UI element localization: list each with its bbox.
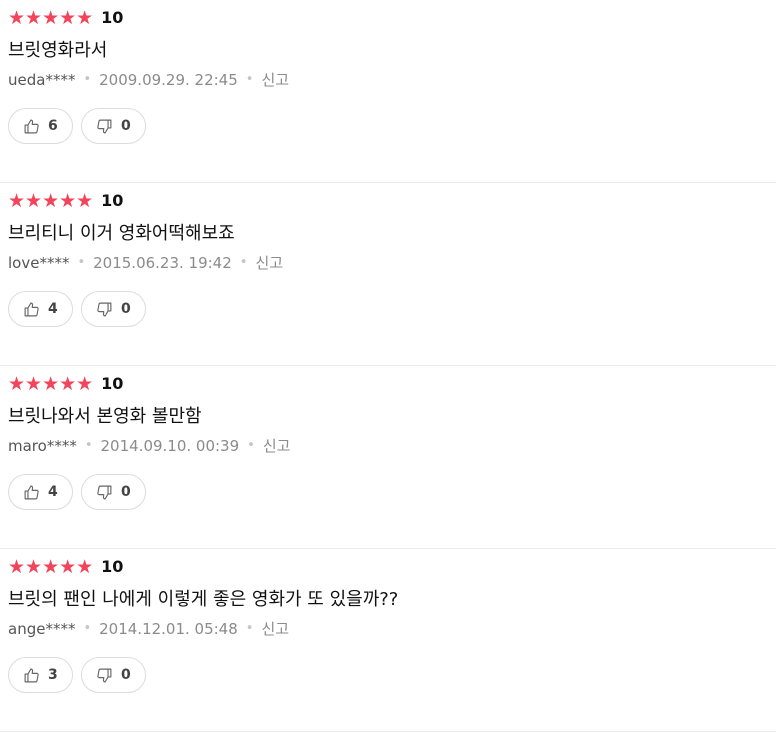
review-comment: 브릿영화라서 — [8, 40, 108, 61]
separator-dot: • — [245, 72, 254, 87]
dislike-count: 0 — [121, 118, 131, 134]
rating-row: ★★★★★ 10 — [8, 8, 776, 28]
review-item: ★★★★★ 10 브리티니 이거 영화어떡해보죠 love**** • 2015… — [0, 183, 776, 366]
review-comment: 브릿의 팬인 나에게 이렇게 좋은 영화가 또 있을까?? — [8, 589, 399, 610]
rating-score: 10 — [101, 557, 124, 576]
separator-dot: • — [245, 621, 254, 636]
reviewer-id: ueda**** — [8, 71, 76, 89]
thumbs-down-icon — [96, 484, 113, 501]
vote-buttons: 4 0 — [8, 291, 776, 327]
like-count: 4 — [48, 484, 58, 500]
separator-dot: • — [83, 621, 92, 636]
reviewer-id: maro**** — [8, 437, 77, 455]
dislike-count: 0 — [121, 301, 131, 317]
review-item: ★★★★★ 10 브릿나와서 본영화 볼만함 maro**** • 2014.0… — [0, 366, 776, 549]
thumbs-down-icon — [96, 301, 113, 318]
dislike-button[interactable]: 0 — [81, 108, 146, 144]
reviewer-id: love**** — [8, 254, 70, 272]
vote-buttons: 6 0 — [8, 108, 776, 144]
thumbs-up-icon — [23, 484, 40, 501]
rating-row: ★★★★★ 10 — [8, 557, 776, 577]
review-date: 2009.09.29. 22:45 — [99, 71, 238, 89]
separator-dot: • — [84, 438, 93, 453]
separator-dot: • — [239, 255, 248, 270]
report-link[interactable]: 신고 — [261, 618, 289, 640]
review-meta: maro**** • 2014.09.10. 00:39 • 신고 — [8, 435, 776, 457]
dislike-button[interactable]: 0 — [81, 474, 146, 510]
rating-row: ★★★★★ 10 — [8, 191, 776, 211]
separator-dot: • — [83, 72, 92, 87]
star-rating: ★★★★★ — [8, 556, 94, 578]
review-meta: love**** • 2015.06.23. 19:42 • 신고 — [8, 252, 776, 274]
like-button[interactable]: 6 — [8, 108, 73, 144]
review-date: 2015.06.23. 19:42 — [93, 254, 232, 272]
like-count: 4 — [48, 301, 58, 317]
review-date: 2014.09.10. 00:39 — [100, 437, 240, 455]
vote-buttons: 3 0 — [8, 657, 776, 693]
review-item: ★★★★★ 10 브릿영화라서 ueda**** • 2009.09.29. 2… — [0, 0, 776, 183]
star-rating: ★★★★★ — [8, 373, 94, 395]
separator-dot: • — [77, 255, 86, 270]
review-date: 2014.12.01. 05:48 — [99, 620, 238, 638]
rating-score: 10 — [101, 191, 124, 210]
review-meta: ange**** • 2014.12.01. 05:48 • 신고 — [8, 618, 776, 640]
dislike-button[interactable]: 0 — [81, 657, 146, 693]
separator-dot: • — [247, 438, 255, 453]
report-link[interactable]: 신고 — [263, 435, 291, 457]
report-link[interactable]: 신고 — [255, 252, 283, 274]
rating-score: 10 — [101, 8, 124, 27]
star-rating: ★★★★★ — [8, 190, 94, 212]
review-comment: 브릿나와서 본영화 볼만함 — [8, 406, 202, 427]
like-button[interactable]: 3 — [8, 657, 73, 693]
thumbs-up-icon — [23, 667, 40, 684]
dislike-button[interactable]: 0 — [81, 291, 146, 327]
dislike-count: 0 — [121, 667, 131, 683]
review-meta: ueda**** • 2009.09.29. 22:45 • 신고 — [8, 69, 776, 91]
dislike-count: 0 — [121, 484, 131, 500]
like-button[interactable]: 4 — [8, 474, 73, 510]
like-button[interactable]: 4 — [8, 291, 73, 327]
rating-score: 10 — [101, 374, 124, 393]
thumbs-down-icon — [96, 667, 113, 684]
like-count: 3 — [48, 667, 58, 683]
vote-buttons: 4 0 — [8, 474, 776, 510]
review-item: ★★★★★ 10 브릿의 팬인 나에게 이렇게 좋은 영화가 또 있을까?? a… — [0, 549, 776, 732]
thumbs-up-icon — [23, 118, 40, 135]
thumbs-up-icon — [23, 301, 40, 318]
report-link[interactable]: 신고 — [261, 69, 289, 91]
star-rating: ★★★★★ — [8, 7, 94, 29]
thumbs-down-icon — [96, 118, 113, 135]
review-comment: 브리티니 이거 영화어떡해보죠 — [8, 223, 235, 244]
review-list: ★★★★★ 10 브릿영화라서 ueda**** • 2009.09.29. 2… — [0, 0, 782, 732]
like-count: 6 — [48, 118, 58, 134]
rating-row: ★★★★★ 10 — [8, 374, 776, 394]
reviewer-id: ange**** — [8, 620, 76, 638]
